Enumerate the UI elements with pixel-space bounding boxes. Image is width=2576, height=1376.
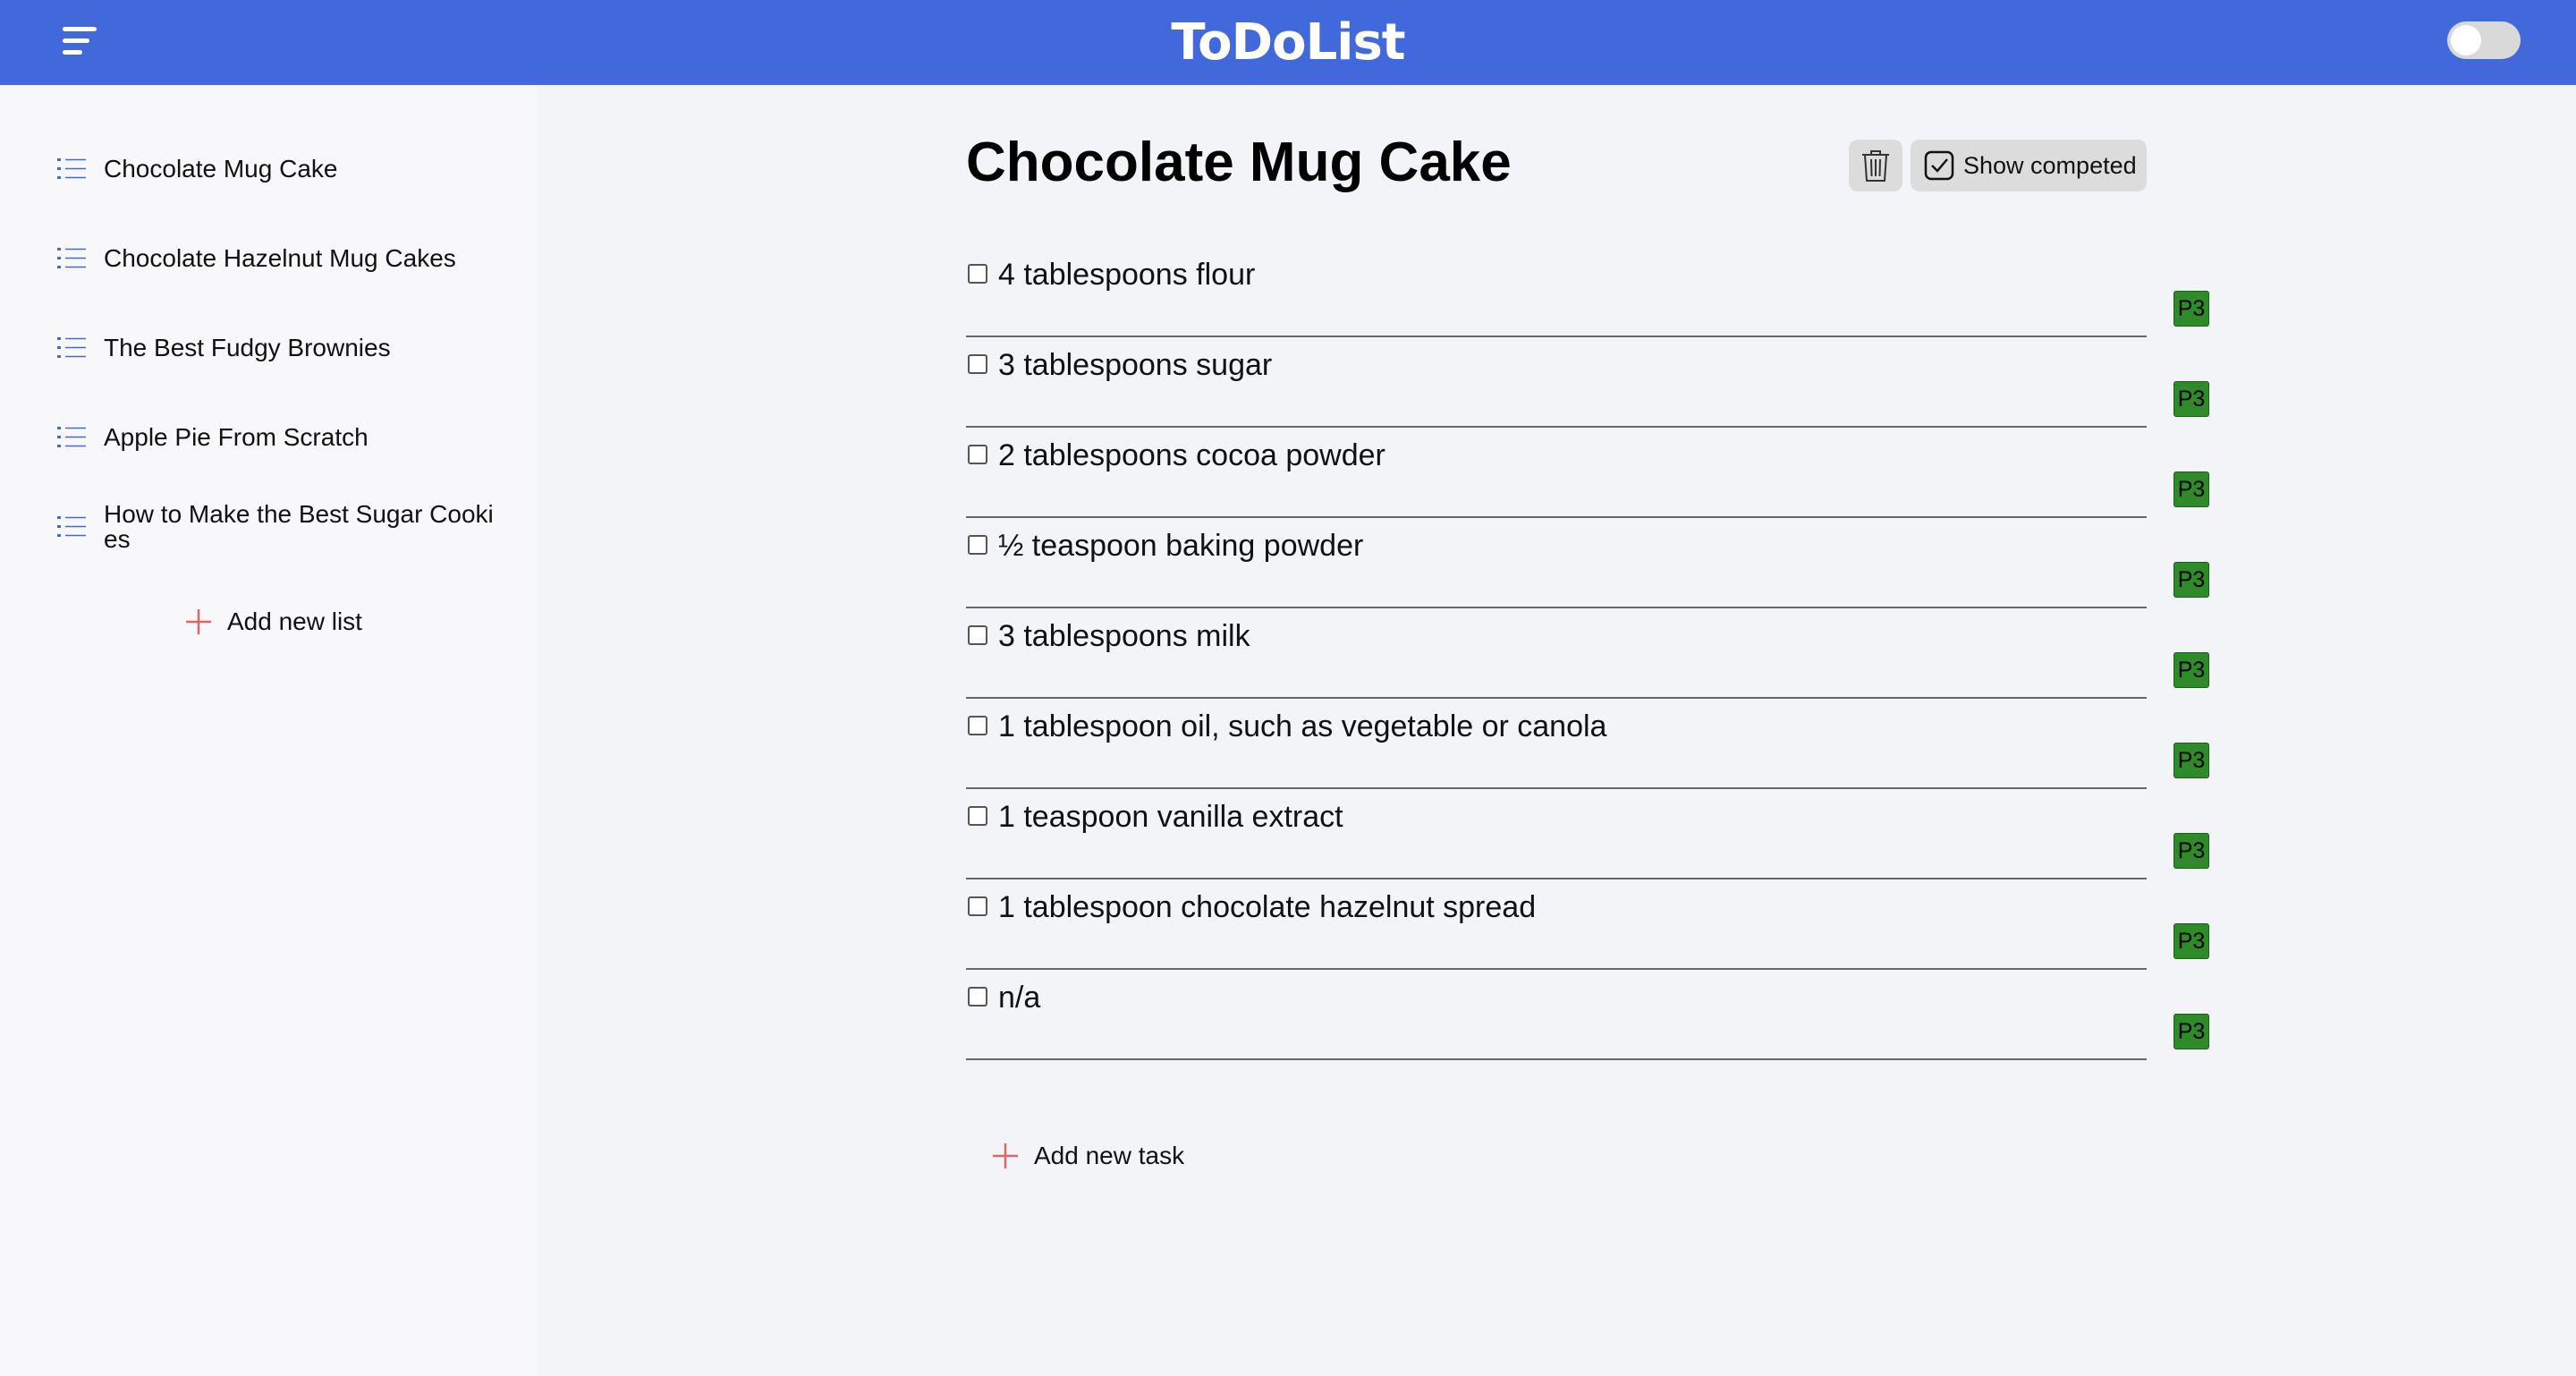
task-text[interactable]: 1 tablespoon chocolate hazelnut spread: [998, 889, 1536, 925]
priority-badge[interactable]: P3: [2174, 743, 2209, 778]
priority-badge[interactable]: P3: [2174, 1014, 2209, 1049]
list-title: Chocolate Mug Cake: [966, 132, 1512, 193]
task-text[interactable]: 1 tablespoon oil, such as vegetable or c…: [998, 709, 1606, 744]
task-divider: [966, 1058, 2147, 1060]
priority-badge[interactable]: P3: [2174, 652, 2209, 688]
task-text[interactable]: 3 tablespoons milk: [998, 618, 1250, 654]
task-divider: [966, 697, 2147, 699]
priority-badge[interactable]: P3: [2174, 471, 2209, 507]
sidebar-item-chocolate-mug-cake[interactable]: Chocolate Mug Cake: [57, 156, 504, 183]
priority-badge[interactable]: P3: [2174, 562, 2209, 598]
sidebar-item-label: The Best Fudgy Brownies: [104, 334, 391, 361]
trash-icon: [1862, 150, 1889, 182]
list-icon: [57, 248, 86, 268]
task-text[interactable]: 4 tablespoons flour: [998, 257, 1255, 293]
list-icon: [57, 516, 86, 537]
task-checkbox[interactable]: [968, 354, 987, 374]
task-row: 1 tablespoon oil, such as vegetable or c…: [966, 700, 2147, 789]
task-checkbox[interactable]: [968, 445, 987, 464]
delete-list-button[interactable]: [1849, 140, 1902, 191]
task-divider: [966, 607, 2147, 608]
sidebar-item-label: Apple Pie From Scratch: [104, 423, 369, 451]
theme-toggle[interactable]: [2447, 21, 2521, 59]
task-row: 3 tablespoons milk: [966, 609, 2147, 699]
sidebar-item-best-fudgy-brownies[interactable]: The Best Fudgy Brownies: [57, 335, 504, 361]
task-row: 3 tablespoons sugar: [966, 338, 2147, 428]
task-checkbox[interactable]: [968, 625, 987, 645]
task-checkbox[interactable]: [968, 264, 987, 284]
sidebar-item-sugar-cookies[interactable]: How to Make the Best Sugar Cookies: [57, 502, 497, 552]
checkbox-checked-icon: [1924, 150, 1954, 181]
list-icon: [57, 427, 86, 447]
add-task-button[interactable]: Add new task: [991, 1142, 1184, 1170]
sidebar-item-chocolate-hazelnut-mug-cakes[interactable]: Chocolate Hazelnut Mug Cakes: [57, 245, 504, 272]
sidebar-item-label: How to Make the Best Sugar Cookies: [104, 500, 494, 553]
task-text[interactable]: ½ teaspoon baking powder: [998, 528, 1363, 564]
task-checkbox[interactable]: [968, 716, 987, 735]
task-divider: [966, 426, 2147, 428]
add-list-label: Add new list: [227, 607, 362, 635]
sidebar-item-label: Chocolate Hazelnut Mug Cakes: [104, 244, 456, 272]
task-text[interactable]: n/a: [998, 980, 1040, 1015]
task-divider: [966, 968, 2147, 970]
task-checkbox[interactable]: [968, 535, 987, 555]
task-text[interactable]: 2 tablespoons cocoa powder: [998, 437, 1385, 473]
sidebar-item-apple-pie[interactable]: Apple Pie From Scratch: [57, 424, 504, 451]
task-divider: [966, 878, 2147, 879]
toggle-knob: [2451, 25, 2481, 55]
list-icon: [57, 337, 86, 358]
plus-icon: [186, 609, 211, 634]
show-completed-label: Show competed: [1963, 151, 2137, 179]
app-header: ToDoList: [0, 0, 2576, 85]
task-text[interactable]: 3 tablespoons sugar: [998, 347, 1272, 383]
sidebar-item-label: Chocolate Mug Cake: [104, 155, 338, 183]
task-divider: [966, 516, 2147, 518]
task-row: 1 tablespoon chocolate hazelnut spread: [966, 880, 2147, 970]
show-completed-button[interactable]: Show competed: [1911, 140, 2147, 191]
priority-badge[interactable]: P3: [2174, 833, 2209, 869]
task-row: 4 tablespoons flour: [966, 248, 2147, 337]
task-row: 2 tablespoons cocoa powder: [966, 429, 2147, 518]
task-checkbox[interactable]: [968, 987, 987, 1007]
app-title: ToDoList: [1171, 13, 1405, 72]
task-text[interactable]: 1 teaspoon vanilla extract: [998, 799, 1343, 835]
priority-badge[interactable]: P3: [2174, 381, 2209, 417]
task-row: n/a: [966, 971, 2147, 1060]
add-task-label: Add new task: [1034, 1142, 1185, 1169]
sidebar: Chocolate Mug Cake Chocolate Hazelnut Mu…: [0, 85, 537, 1376]
task-row: ½ teaspoon baking powder: [966, 519, 2147, 608]
task-checkbox[interactable]: [968, 896, 987, 916]
task-checkbox[interactable]: [968, 806, 987, 826]
task-row: 1 teaspoon vanilla extract: [966, 790, 2147, 879]
plus-icon: [993, 1143, 1018, 1168]
task-divider: [966, 787, 2147, 789]
priority-badge[interactable]: P3: [2174, 291, 2209, 327]
list-icon: [57, 158, 86, 179]
task-divider: [966, 336, 2147, 337]
priority-badge[interactable]: P3: [2174, 923, 2209, 959]
add-list-button[interactable]: Add new list: [184, 607, 362, 636]
